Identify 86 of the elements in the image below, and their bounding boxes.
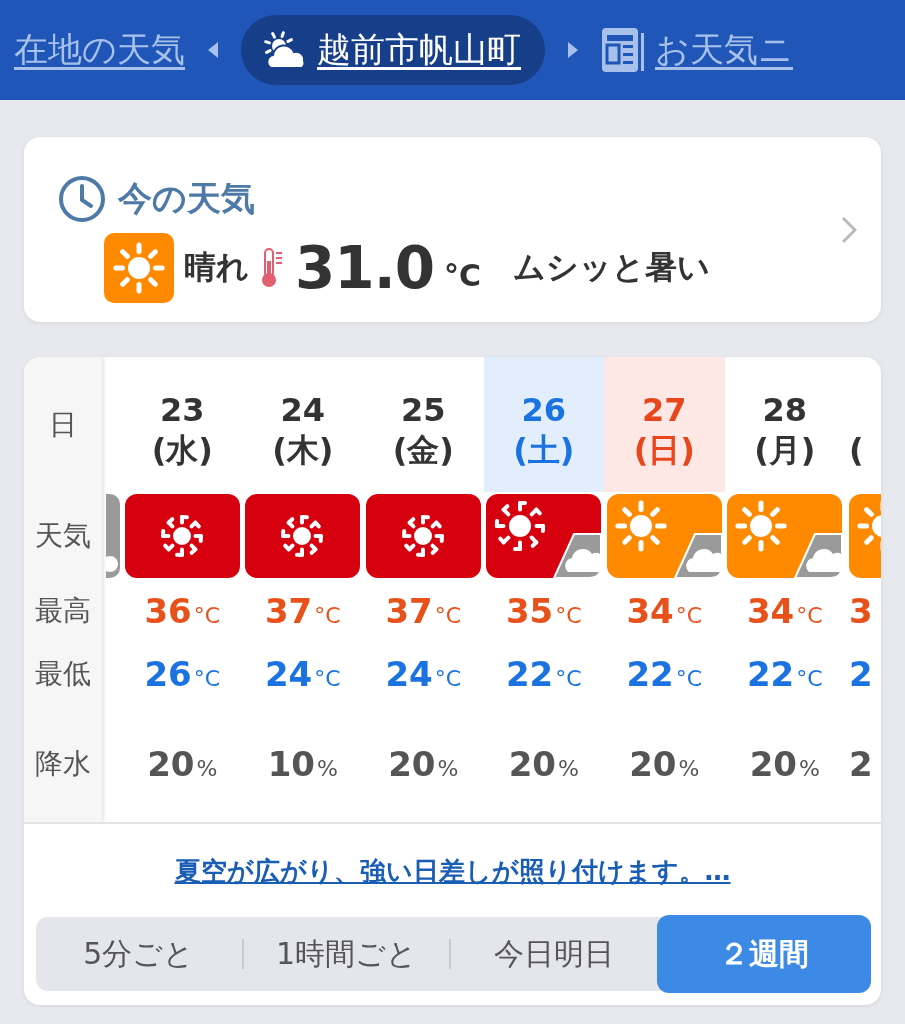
day-date: 25 [401,389,446,430]
newspaper-icon [601,27,645,73]
day-date: 28 [762,389,807,430]
location-tab[interactable]: お天気ニ [601,27,793,73]
unit-label: % [798,756,820,781]
period-tab[interactable]: ２週間 [657,915,871,993]
precipitation: 20 [629,744,677,784]
low-temperature: 26 [144,654,192,694]
day-date: 23 [160,389,205,430]
temperature-unit: °C [444,257,482,295]
forecast-comment-link[interactable]: 夏空が広がり、強い日差しが照り付けます。… [24,854,881,889]
weather-icon [727,494,843,578]
high-temperature: 35 [505,591,554,631]
weather-icon [606,494,722,578]
row-label: 最高 [35,593,91,629]
row-label: 天気 [35,518,91,554]
weather-condition: 晴れ [184,246,249,288]
low-temperature: 22 [626,654,674,694]
low-temperature: 22 [505,654,554,694]
unit-label: °C [434,603,462,628]
day-date: 26 [521,389,566,430]
precipitation: 20 [749,744,797,784]
unit-label: °C [796,666,823,691]
day-weekday: (木) [272,429,334,470]
precipitation: 10 [267,744,315,784]
unit-label: °C [796,603,823,628]
period-tab[interactable]: 5分ごと [36,917,242,991]
section-title: 今の天気 [118,176,255,220]
row-label: 降水 [35,746,91,782]
unit-label: °C [675,666,703,691]
low-temperature: 22 [746,654,795,694]
low-temperature: 24 [385,654,433,694]
low-temperature: 24 [264,654,313,694]
location-tab[interactable]: 在地の天気 [14,27,185,73]
day-weekday: (水) [151,429,213,470]
period-tab[interactable]: 1時間ごと [243,917,450,991]
unit-label: °C [555,666,582,691]
caret-right-icon[interactable] [567,41,579,59]
temperature: 31.0 [295,233,435,302]
cloud-icon [106,494,122,578]
thermometer-icon [259,246,285,289]
sun-cloud-icon [261,30,307,70]
weather-icon [124,494,240,578]
day-weekday: (土) [513,429,575,470]
unit-label: °C [314,666,341,691]
unit-label: % [437,756,459,781]
row-label: 最低 [35,656,91,692]
day-weekday: (金) [392,429,454,470]
high-temperature: 36 [144,591,192,631]
day-weekday: (月) [754,429,816,470]
high-temperature: 37 [264,591,313,631]
location-tab[interactable]: 越前市帆山町 [241,15,545,85]
day-weekday: ( [849,429,864,470]
precipitation: 20 [508,744,556,784]
unit-label: % [557,756,579,781]
high-temperature: 34 [746,591,795,631]
precipitation: 20 [147,744,195,784]
precipitation: 20 [388,744,436,784]
period-tab[interactable]: 今日明日 [451,917,657,991]
chevron-right-icon [841,215,857,244]
low-temperature: 2 [849,654,873,694]
unit-label: % [316,756,338,781]
unit-label: °C [555,603,582,628]
unit-label: °C [314,603,341,628]
unit-label: °C [434,666,462,691]
high-temperature: 37 [385,591,433,631]
row-label: 日 [49,406,77,443]
high-temperature: 3 [849,591,873,631]
high-temperature: 34 [626,591,674,631]
clock-icon [58,174,106,223]
unit-label: % [196,756,218,781]
weather-icon [365,494,481,578]
unit-label: °C [193,603,221,628]
day-weekday: (日) [633,429,695,470]
day-date: 24 [280,389,325,430]
feel-text: ムシッと暑い [513,246,711,288]
precipitation: 2 [849,744,873,784]
sun-icon [104,232,174,303]
caret-left-icon[interactable] [207,41,219,59]
weather-icon [486,494,602,578]
current-weather-card[interactable]: 今の天気 晴れ 31.0 °C ムシッと暑い [24,137,881,322]
weather-icon [245,494,361,578]
day-date: 27 [642,389,687,430]
unit-label: % [678,756,700,781]
unit-label: °C [193,666,221,691]
unit-label: °C [675,603,703,628]
